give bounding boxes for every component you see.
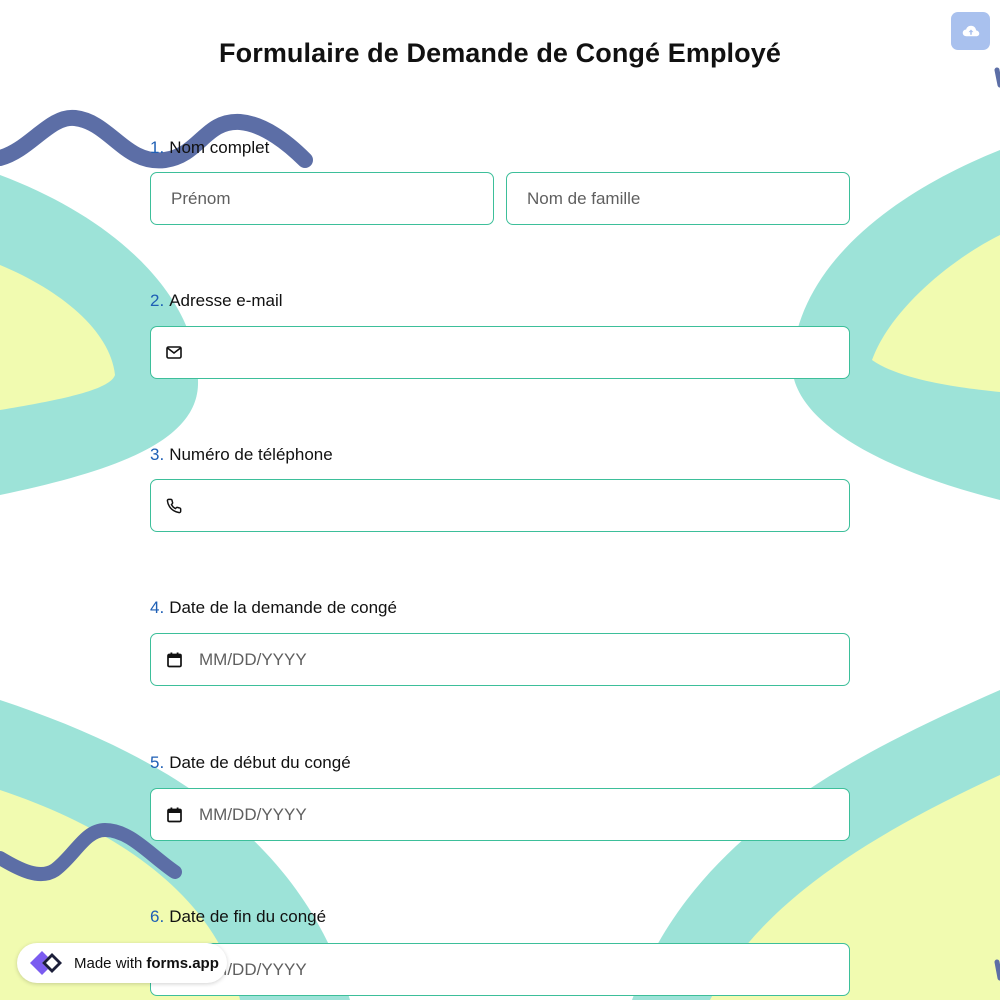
question-number: 1. (150, 138, 165, 157)
cloud-upload-icon (962, 25, 979, 37)
question-request-date: 4. Date de la demande de congé (150, 597, 397, 619)
badge-brand: forms.app (146, 954, 219, 972)
calendar-icon (165, 651, 183, 669)
start-date-input[interactable]: MM/DD/YYYY (150, 788, 850, 841)
request-date-input[interactable]: MM/DD/YYYY (150, 633, 850, 686)
question-text: Adresse e-mail (169, 291, 283, 310)
calendar-icon (165, 806, 183, 824)
question-label: 5. Date de début du congé (150, 752, 351, 774)
form-page: Formulaire de Demande de Congé Employé 1… (0, 0, 1000, 1000)
end-date-input[interactable]: MM/DD/YYYY (150, 943, 850, 996)
first-name-placeholder: Prénom (171, 188, 231, 208)
question-number: 5. (150, 753, 165, 772)
first-name-input[interactable]: Prénom (150, 172, 494, 225)
question-label: 3. Numéro de téléphone (150, 444, 333, 466)
question-number: 2. (150, 291, 165, 310)
phone-icon (165, 497, 183, 515)
question-text: Nom complet (169, 138, 270, 157)
last-name-input[interactable]: Nom de famille (506, 172, 850, 225)
question-text: Numéro de téléphone (169, 445, 333, 464)
question-text: Date de fin du congé (169, 907, 327, 926)
request-date-placeholder: MM/DD/YYYY (199, 649, 307, 669)
question-text: Date de début du congé (169, 753, 351, 772)
question-text: Date de la demande de congé (169, 598, 397, 617)
last-name-placeholder: Nom de famille (527, 188, 641, 208)
email-input[interactable] (150, 326, 850, 379)
question-phone: 3. Numéro de téléphone (150, 444, 333, 466)
form-title: Formulaire de Demande de Congé Employé (219, 38, 781, 68)
question-label: 4. Date de la demande de congé (150, 597, 397, 619)
upload-button[interactable] (951, 12, 990, 50)
forms-app-logo-icon (30, 951, 62, 975)
envelope-icon (165, 344, 183, 362)
question-end-date: 6. Date de fin du congé (150, 906, 326, 928)
question-start-date: 5. Date de début du congé (150, 752, 351, 774)
question-number: 6. (150, 907, 165, 926)
question-label: 2. Adresse e-mail (150, 290, 283, 312)
question-label: 6. Date de fin du congé (150, 906, 326, 928)
question-number: 3. (150, 445, 165, 464)
made-with-badge[interactable]: Made with forms.app (17, 943, 227, 983)
question-email: 2. Adresse e-mail (150, 290, 283, 312)
badge-prefix: Made with (74, 954, 143, 972)
question-full-name: 1. Nom complet (150, 137, 269, 159)
question-number: 4. (150, 598, 165, 617)
question-label: 1. Nom complet (150, 137, 269, 159)
start-date-placeholder: MM/DD/YYYY (199, 804, 307, 824)
phone-input[interactable] (150, 479, 850, 532)
